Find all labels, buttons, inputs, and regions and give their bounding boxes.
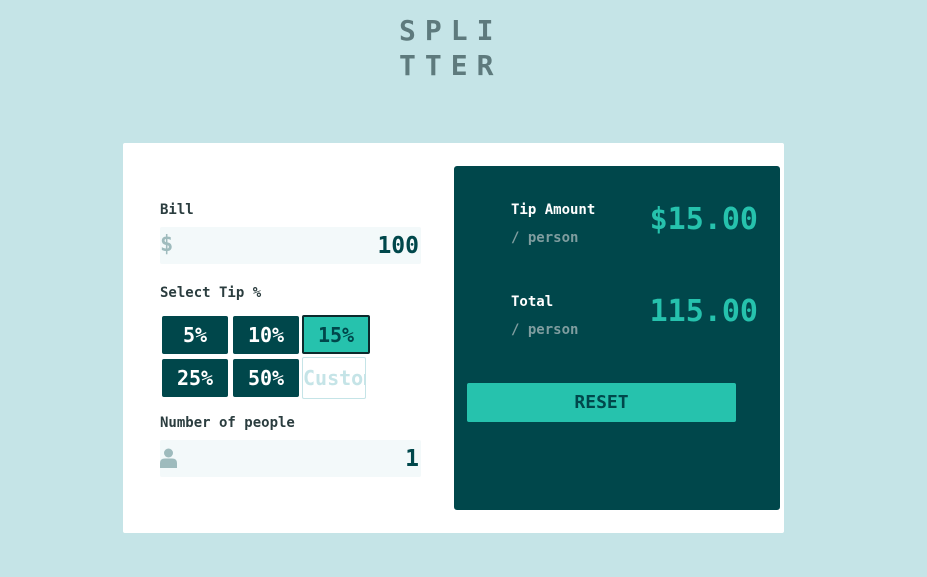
calculator-card: Bill $ Select Tip % 5% 10% 15% 25% 50% N… <box>123 143 784 533</box>
tip-amount-label: Tip Amount <box>511 202 596 218</box>
bill-input[interactable] <box>219 227 419 264</box>
tip-amount-value: $15.00 <box>649 202 758 237</box>
tip-button-25[interactable]: 25% <box>162 359 228 397</box>
total-value: 115.00 <box>649 294 758 329</box>
reset-button[interactable]: RESET <box>467 383 736 422</box>
tip-button-50[interactable]: 50% <box>233 359 299 397</box>
total-label: Total <box>511 294 554 310</box>
tip-button-15[interactable]: 15% <box>302 315 370 354</box>
app-logo: SPLI TTER <box>399 13 529 83</box>
dollar-icon: $ <box>160 232 174 257</box>
people-label: Number of people <box>160 415 295 431</box>
bill-field[interactable]: $ <box>160 227 421 264</box>
logo-line-2: TTER <box>399 49 503 82</box>
tip-button-5[interactable]: 5% <box>162 316 228 354</box>
result-panel: Tip Amount / person $15.00 Total / perso… <box>454 166 780 510</box>
person-icon <box>160 448 177 468</box>
custom-tip-input[interactable] <box>302 357 366 399</box>
total-per-person: / person <box>511 322 579 338</box>
select-tip-label: Select Tip % <box>160 285 262 301</box>
bill-label: Bill <box>160 202 194 218</box>
tip-amount-per-person: / person <box>511 230 579 246</box>
logo-line-1: SPLI <box>399 14 503 47</box>
people-input[interactable] <box>219 440 419 477</box>
people-field[interactable] <box>160 440 421 477</box>
tip-button-10[interactable]: 10% <box>233 316 299 354</box>
